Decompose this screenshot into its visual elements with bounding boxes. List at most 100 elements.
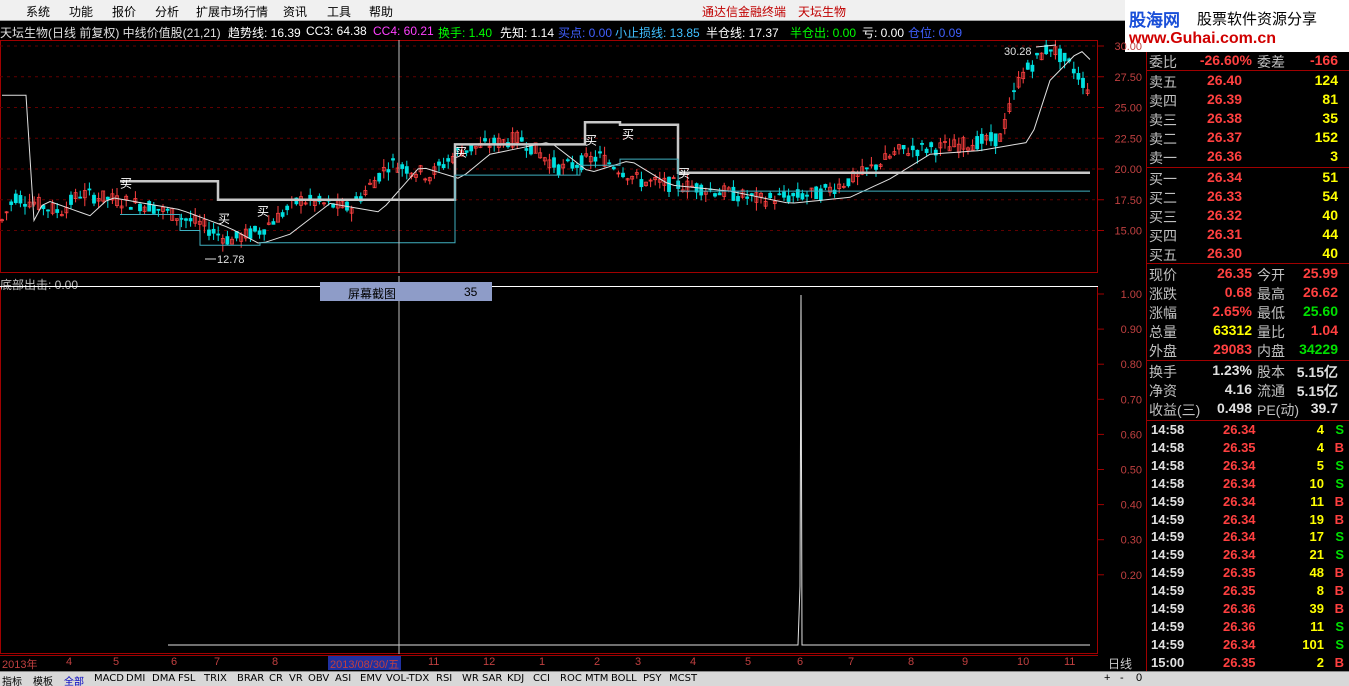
indicator-tab[interactable]: DMA (152, 673, 175, 684)
quote-label: 涨跌 (1149, 286, 1177, 302)
menu-item[interactable]: 系统 (26, 3, 50, 20)
menu-item[interactable]: 扩展市场行情 (196, 3, 268, 20)
indicator-tab[interactable]: WR (462, 673, 479, 684)
indicator-tab[interactable]: PSY (643, 673, 662, 684)
tick-volume: 17 (1309, 529, 1324, 545)
stats2-row: 净资 4.16 流通 5.15亿 (1147, 381, 1349, 399)
menu-item[interactable]: 报价 (112, 3, 136, 20)
buy-signal-label: 买 (120, 176, 132, 190)
candle-body (253, 225, 257, 232)
y-tick-label: 0.90 (1121, 324, 1142, 336)
indicator-tab[interactable]: CCI (533, 673, 550, 684)
panel-control-button[interactable]: 0 (1136, 672, 1142, 684)
ask-row[interactable]: 卖一 26.36 3 (1147, 148, 1349, 166)
sub-chart-svg: 1.00 0.90 0.80 0.70 0.60 0.50 0.40 0.30 0.20 (0, 276, 1142, 654)
candle-body (128, 207, 133, 210)
candle-body (211, 228, 216, 234)
candle-body (69, 194, 73, 205)
ask-row[interactable]: 卖二 26.37 152 (1147, 129, 1349, 147)
bid-label: 买三 (1149, 209, 1177, 225)
tick-row: 14:59 26.36 11 S (1147, 619, 1349, 637)
ask-row[interactable]: 卖三 26.38 35 (1147, 110, 1349, 128)
indicator-tab[interactable]: MTM (585, 673, 608, 684)
candle-body (791, 192, 796, 197)
bid-row[interactable]: 买二 26.33 54 (1147, 188, 1349, 206)
screenshot-tooltip: 屏幕截图 35 (320, 282, 492, 301)
ask-price: 26.36 (1207, 148, 1243, 164)
brand-name: 股海网 (1129, 11, 1180, 30)
indicator-tab[interactable]: SAR (482, 673, 502, 684)
panel-controls: + -0 (1098, 671, 1149, 686)
candle-body (805, 194, 809, 197)
indicator-tab[interactable]: BOLL (611, 673, 637, 684)
brand-banner[interactable]: 股海网 股票软件资源分享 www.Guhai.com.cn (1125, 0, 1349, 52)
quote-label: 今开 (1257, 267, 1285, 283)
menu-item[interactable]: 工具 (327, 3, 351, 20)
screenshot-value: 35 (464, 285, 478, 299)
menu-item[interactable]: 资讯 (283, 3, 307, 20)
tick-volume: 11 (1310, 618, 1324, 634)
indicator-tab[interactable]: 模板 (33, 673, 53, 686)
indicator-tab[interactable]: RSI (436, 673, 452, 684)
separator (1147, 167, 1349, 168)
candle-body (920, 143, 924, 145)
indicator-tab[interactable]: VR (289, 673, 303, 684)
panel-control-button[interactable]: - (1120, 672, 1124, 684)
date-axis: 2013年4567810111212345678910112013/08/30/… (0, 655, 1098, 671)
candles (0, 40, 1090, 252)
indicator-tab[interactable]: EMV (360, 673, 382, 684)
indicator-tab[interactable]: FSL (178, 673, 196, 684)
indicator-tab[interactable]: BRAR (237, 673, 264, 684)
indicator-tab[interactable]: TRIX (204, 673, 227, 684)
date-tick-label: 6 (171, 656, 178, 668)
indicator-tab[interactable]: ASI (335, 673, 351, 684)
candle-body (814, 186, 819, 200)
quote-value: -26.60% (1199, 52, 1252, 68)
y-tick-label: 0.40 (1121, 500, 1142, 512)
indicator-tab[interactable]: OBV (308, 673, 329, 684)
indicator-tab[interactable]: KDJ (507, 673, 524, 684)
ask-row[interactable]: 卖五 26.40 124 (1147, 72, 1349, 90)
bid-row[interactable]: 买三 26.32 40 (1147, 207, 1349, 225)
indicator-tab[interactable]: VOL-TDX (386, 673, 429, 684)
main-chart[interactable]: 30.00 27.50 25.00 22.50 20.00 17.50 15.00 买买买买买… (0, 40, 1142, 273)
candle-body (519, 137, 524, 142)
candle-body (437, 161, 441, 166)
tick-row: 14:58 26.34 5 S (1147, 458, 1349, 476)
candle-body (23, 203, 27, 207)
bid-volume: 51 (1322, 169, 1338, 185)
menu-item[interactable]: 帮助 (369, 3, 393, 20)
indicator-tab[interactable]: 指标 (2, 673, 22, 686)
panel-control-button[interactable]: + (1104, 672, 1110, 684)
date-tick-label: 7 (214, 656, 221, 668)
indicator-tab[interactable]: MACD (94, 673, 124, 684)
indicator-tab[interactable]: CR (269, 673, 283, 684)
bid-row[interactable]: 买四 26.31 44 (1147, 226, 1349, 244)
indicator-tab[interactable]: MCST (669, 673, 697, 684)
ask-row[interactable]: 卖四 26.39 81 (1147, 91, 1349, 109)
bid-row[interactable]: 买五 26.30 40 (1147, 245, 1349, 263)
tick-price: 26.34 (1223, 547, 1256, 563)
high-price-label: 30.28 (1004, 46, 1032, 58)
tick-side: B (1334, 493, 1344, 509)
bid-row[interactable]: 买一 26.34 51 (1147, 169, 1349, 187)
candle-body (611, 166, 616, 170)
tick-time: 14:58 (1151, 439, 1185, 455)
sub-chart[interactable]: 1.00 0.90 0.80 0.70 0.60 0.50 0.40 0.30 0.20 (0, 276, 1142, 654)
indicator-tab[interactable]: DMI (126, 673, 145, 684)
tick-row: 14:59 26.35 8 B (1147, 583, 1349, 601)
bid-label: 买二 (1149, 190, 1177, 206)
sub-chart-frame (0, 286, 1098, 654)
tick-volume: 11 (1310, 493, 1324, 509)
menu-item[interactable]: 分析 (155, 3, 179, 20)
indicator-tab[interactable]: ROC (560, 673, 582, 684)
quote-label: 股本 (1257, 364, 1285, 380)
bid-price: 26.32 (1207, 207, 1243, 223)
menu-item[interactable]: 功能 (69, 3, 93, 20)
cycle-label[interactable]: 日线 (1108, 655, 1132, 672)
bid-volume: 44 (1322, 226, 1338, 242)
quote-value: 26.62 (1302, 284, 1338, 300)
quote-label: 换手 (1149, 364, 1177, 380)
brand-url: www.Guhai.com.cn (1129, 30, 1276, 47)
indicator-tab[interactable]: 全部 (64, 673, 84, 686)
